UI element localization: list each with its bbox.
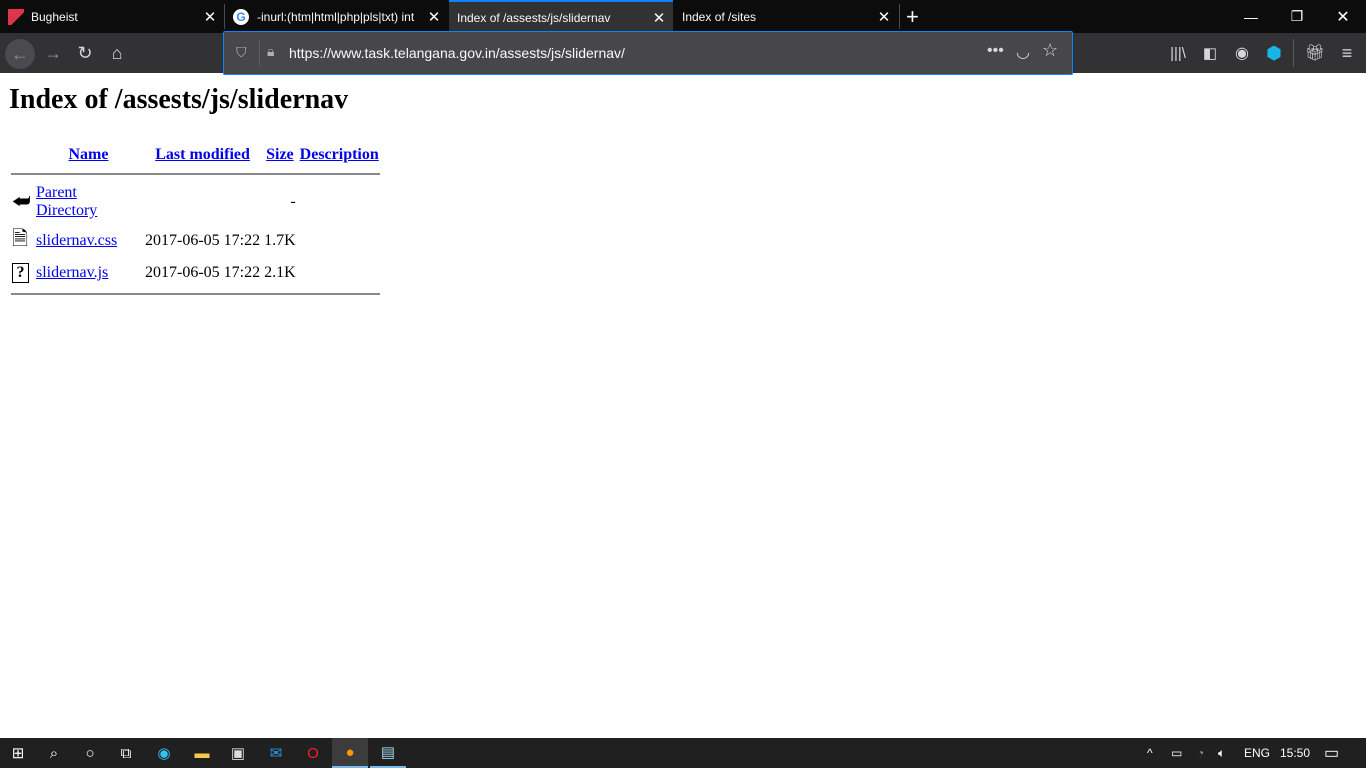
tab-bugheist[interactable]: Bugheist ✕ bbox=[0, 0, 224, 33]
minimize-button[interactable]: — bbox=[1228, 0, 1274, 33]
account-button[interactable]: ◉ bbox=[1228, 39, 1256, 67]
new-tab-button[interactable]: + bbox=[904, 0, 932, 33]
directory-listing: Index of /assests/js/slidernav Name Last… bbox=[9, 84, 382, 303]
reload-icon: ↻ bbox=[77, 42, 93, 63]
file-link-slidernav-js[interactable]: slidernav.js bbox=[36, 264, 108, 281]
wifi-icon[interactable]: ◔ bbox=[1197, 746, 1204, 760]
tab-index-sites[interactable]: Index of /sites ✕ bbox=[674, 0, 898, 33]
sort-by-name-link[interactable]: Name bbox=[69, 146, 109, 163]
close-tab-icon[interactable]: ✕ bbox=[874, 8, 894, 26]
edge-app[interactable]: ◉ bbox=[146, 738, 182, 768]
windows-taskbar: ⊞ ⌕ ○ ⧉ ◉ ▬ ▣ ✉ O ● ▤ ^ ▭ ◔ 🔈︎ ENG 15:50… bbox=[0, 738, 1366, 768]
search-button[interactable]: ⌕ bbox=[36, 738, 72, 768]
sort-by-description-link[interactable]: Description bbox=[300, 146, 379, 163]
table-header-row: Name Last modified Size Description bbox=[11, 145, 380, 165]
cortana-button[interactable]: ○ bbox=[72, 738, 108, 768]
divider bbox=[11, 173, 380, 175]
close-window-button[interactable]: ✕ bbox=[1320, 0, 1366, 33]
divider bbox=[11, 293, 380, 295]
bookmark-star-icon[interactable]: ☆ bbox=[1042, 40, 1058, 61]
file-table: Name Last modified Size Description ⮨ Pa… bbox=[9, 143, 382, 303]
firefox-icon: ● bbox=[345, 743, 355, 761]
unknown-file-icon: ? bbox=[11, 261, 33, 285]
extension-button[interactable]: ⬢ bbox=[1260, 39, 1288, 67]
arrow-left-icon: ← bbox=[11, 43, 29, 64]
clock[interactable]: 15:50 bbox=[1280, 746, 1310, 760]
home-button[interactable]: ⌂ bbox=[103, 39, 131, 67]
table-row: 🗎︎ slidernav.css 2017-06-05 17:22 1.7K bbox=[11, 223, 380, 259]
back-button[interactable]: ← bbox=[5, 39, 35, 69]
whats-new-button[interactable]: 🎁︎ bbox=[1301, 39, 1329, 67]
mail-app[interactable]: ✉ bbox=[258, 738, 294, 768]
task-view-button[interactable]: ⧉ bbox=[108, 738, 144, 768]
plus-icon: + bbox=[906, 3, 919, 29]
extension-hexagon-icon: ⬢ bbox=[1266, 42, 1282, 63]
table-row: ? slidernav.js 2017-06-05 17:22 2.1K bbox=[11, 261, 380, 285]
page-title: Index of /assests/js/slidernav bbox=[9, 84, 349, 115]
language-indicator[interactable]: ENG bbox=[1244, 746, 1270, 760]
opera-app[interactable]: O bbox=[295, 738, 331, 768]
firefox-app[interactable]: ● bbox=[332, 738, 368, 768]
restore-button[interactable]: ❐ bbox=[1274, 0, 1320, 33]
windows-logo-icon: ⊞ bbox=[11, 745, 25, 762]
tab-google-search[interactable]: G -inurl:(htm|html|php|pls|txt) int ✕ bbox=[225, 0, 448, 33]
store-bag-icon: ▣ bbox=[230, 745, 246, 762]
tab-index-slidernav[interactable]: Index of /assests/js/slidernav ✕ bbox=[449, 0, 673, 33]
action-center-icon[interactable]: ▭ bbox=[1324, 743, 1339, 763]
tab-bar: Bugheist ✕ G -inurl:(htm|html|php|pls|tx… bbox=[0, 0, 1366, 33]
google-icon: G bbox=[233, 8, 249, 25]
file-explorer-app[interactable]: ▬ bbox=[184, 738, 220, 768]
hamburger-menu-icon: ≡ bbox=[1341, 42, 1353, 63]
cortana-circle-icon: ○ bbox=[85, 744, 95, 762]
search-icon: ⌕ bbox=[49, 744, 59, 762]
close-tab-icon[interactable]: ✕ bbox=[649, 9, 669, 27]
opera-icon: O bbox=[307, 744, 319, 762]
reload-button[interactable]: ↻ bbox=[71, 39, 99, 67]
bugheist-logo-icon bbox=[8, 8, 24, 25]
home-icon: ⌂ bbox=[111, 42, 123, 63]
text-file-icon: 🗎︎ bbox=[12, 228, 29, 250]
mail-icon: ✉ bbox=[269, 745, 283, 762]
library-button[interactable]: |||\ bbox=[1164, 39, 1192, 67]
file-link-slidernav-css[interactable]: slidernav.css bbox=[36, 232, 117, 249]
close-tab-icon[interactable]: ✕ bbox=[424, 8, 444, 26]
lock-icon[interactable]: 🔒︎ bbox=[267, 43, 274, 60]
tracking-protection-shield-icon[interactable]: ⛉ bbox=[236, 44, 247, 61]
table-row: ⮨ Parent Directory - bbox=[12, 184, 296, 219]
edge-icon: ◉ bbox=[157, 745, 171, 762]
sidebar-button[interactable]: ◧ bbox=[1196, 39, 1224, 67]
volume-icon[interactable]: 🔈︎ bbox=[1218, 746, 1225, 761]
sort-by-size-link[interactable]: Size bbox=[266, 146, 294, 163]
page-actions-icon[interactable]: ••• bbox=[987, 42, 1004, 60]
pocket-icon[interactable]: ◡ bbox=[1016, 42, 1030, 62]
start-button[interactable]: ⊞ bbox=[0, 738, 36, 768]
url-input[interactable]: https://www.task.telangana.gov.in/assest… bbox=[289, 45, 625, 61]
folder-icon: ▬ bbox=[194, 744, 210, 762]
store-app[interactable]: ▣ bbox=[220, 738, 256, 768]
sidebar-icon: ◧ bbox=[1202, 45, 1218, 62]
library-icon: |||\ bbox=[1170, 44, 1186, 62]
close-tab-icon[interactable]: ✕ bbox=[200, 8, 220, 26]
notepad-icon: ▤ bbox=[380, 744, 396, 761]
back-arrow-icon: ⮨ bbox=[12, 190, 31, 213]
menu-button[interactable]: ≡ bbox=[1333, 39, 1361, 67]
battery-icon[interactable]: ▭ bbox=[1171, 746, 1182, 760]
url-bar[interactable]: ⛉ 🔒︎ https://www.task.telangana.gov.in/a… bbox=[223, 31, 1073, 75]
gift-icon: 🎁︎ bbox=[1304, 45, 1326, 62]
account-icon: ◉ bbox=[1235, 45, 1249, 62]
arrow-right-icon: → bbox=[44, 42, 62, 63]
notepad-app[interactable]: ▤ bbox=[370, 738, 406, 768]
task-view-icon: ⧉ bbox=[120, 744, 132, 762]
sort-by-last-modified-link[interactable]: Last modified bbox=[155, 146, 250, 163]
forward-button[interactable]: → bbox=[39, 39, 67, 67]
show-hidden-icons-chevron-icon[interactable]: ^ bbox=[1147, 746, 1153, 760]
parent-directory-link[interactable]: Parent Directory bbox=[36, 184, 97, 219]
